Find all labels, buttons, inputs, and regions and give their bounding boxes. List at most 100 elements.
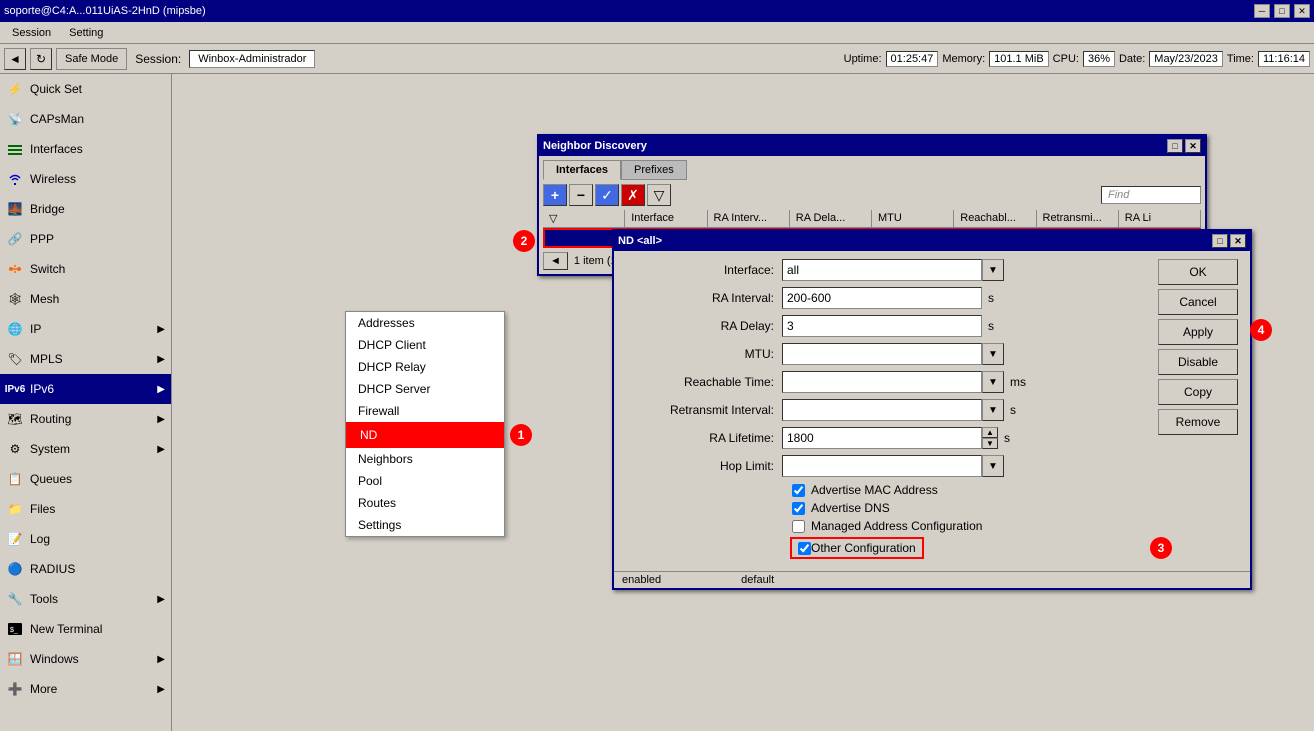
sidebar-item-mpls[interactable]: 🏷 MPLS ▶ xyxy=(0,344,171,374)
remove-btn[interactable]: Remove xyxy=(1158,409,1238,435)
ra-lifetime-down[interactable]: ▼ xyxy=(982,438,998,449)
nd-detail-close[interactable]: ✕ xyxy=(1230,234,1246,248)
ra-lifetime-input[interactable] xyxy=(782,427,982,449)
sidebar-item-capsman[interactable]: 📡 CAPsMan xyxy=(0,104,171,134)
find-field[interactable]: Find xyxy=(1101,186,1201,204)
menu-dhcp-server[interactable]: DHCP Server xyxy=(346,378,504,400)
sidebar-item-windows[interactable]: 🪟 Windows ▶ xyxy=(0,644,171,674)
mtu-dropdown-btn[interactable]: ▼ xyxy=(982,343,1004,365)
sidebar-item-ipv6[interactable]: IPv6 IPv6 ▶ xyxy=(0,374,171,404)
interface-row: Interface: ▼ xyxy=(622,259,1142,281)
sidebar-item-wireless[interactable]: Wireless xyxy=(0,164,171,194)
nd-minimize-btn[interactable]: □ xyxy=(1167,139,1183,153)
menu-neighbors[interactable]: Neighbors xyxy=(346,448,504,470)
scroll-left-btn[interactable]: ◄ xyxy=(543,252,568,270)
advertise-dns-checkbox[interactable] xyxy=(792,502,805,515)
ra-lifetime-label: RA Lifetime: xyxy=(622,431,782,445)
add-btn[interactable]: + xyxy=(543,184,567,206)
sidebar-item-mesh[interactable]: 🕸 Mesh xyxy=(0,284,171,314)
ra-lifetime-up[interactable]: ▲ xyxy=(982,427,998,438)
sidebar-item-routing[interactable]: 🗺 Routing ▶ xyxy=(0,404,171,434)
status-enabled: enabled xyxy=(622,574,661,586)
ra-interval-col-header: RA Interv... xyxy=(708,210,790,227)
nd-detail-controls[interactable]: □ ✕ xyxy=(1212,234,1246,248)
interface-label: Interface: xyxy=(622,263,782,277)
menu-addresses[interactable]: Addresses xyxy=(346,312,504,334)
session-label: Session: xyxy=(131,52,185,66)
cancel-icon-btn[interactable]: ✗ xyxy=(621,184,645,206)
hop-limit-input[interactable] xyxy=(782,455,982,477)
retransmit-col-header: Retransmi... xyxy=(1037,210,1119,227)
managed-addr-checkbox[interactable] xyxy=(792,520,805,533)
back-btn[interactable]: ◄ xyxy=(4,48,26,70)
retransmit-input[interactable] xyxy=(782,399,982,421)
sidebar-item-switch[interactable]: Switch xyxy=(0,254,171,284)
system-arrow: ▶ xyxy=(157,444,165,455)
sidebar-item-bridge[interactable]: 🌉 Bridge xyxy=(0,194,171,224)
maximize-btn[interactable]: □ xyxy=(1274,4,1290,18)
other-config-checkbox[interactable] xyxy=(798,542,811,555)
sidebar-item-more[interactable]: ➕ More ▶ xyxy=(0,674,171,704)
safe-mode-btn[interactable]: Safe Mode xyxy=(56,48,127,70)
mpls-arrow: ▶ xyxy=(157,354,165,365)
tab-interfaces[interactable]: Interfaces xyxy=(543,160,621,180)
ra-interval-input[interactable] xyxy=(782,287,982,309)
sidebar-item-tools[interactable]: 🔧 Tools ▶ xyxy=(0,584,171,614)
hop-limit-dropdown-btn[interactable]: ▼ xyxy=(982,455,1004,477)
menu-routes[interactable]: Routes xyxy=(346,492,504,514)
menu-settings[interactable]: Settings xyxy=(346,514,504,536)
reachable-input[interactable] xyxy=(782,371,982,393)
menu-pool[interactable]: Pool xyxy=(346,470,504,492)
interface-dropdown-btn[interactable]: ▼ xyxy=(982,259,1004,281)
check-btn[interactable]: ✓ xyxy=(595,184,619,206)
interface-dropdown[interactable]: ▼ xyxy=(782,259,1004,281)
sidebar-item-queues[interactable]: 📋 Queues xyxy=(0,464,171,494)
sidebar-item-interfaces[interactable]: Interfaces xyxy=(0,134,171,164)
sidebar-item-ip[interactable]: 🌐 IP ▶ xyxy=(0,314,171,344)
sidebar-item-files[interactable]: 📁 Files xyxy=(0,494,171,524)
menu-setting[interactable]: Setting xyxy=(61,25,111,41)
terminal-icon: $_ xyxy=(6,620,24,638)
interface-input[interactable] xyxy=(782,259,982,281)
menu-nd[interactable]: ND 1 xyxy=(346,422,504,448)
sidebar-item-ppp[interactable]: 🔗 PPP xyxy=(0,224,171,254)
reachable-dropdown-btn[interactable]: ▼ xyxy=(982,371,1004,393)
cancel-btn[interactable]: Cancel xyxy=(1158,289,1238,315)
disable-btn[interactable]: Disable xyxy=(1158,349,1238,375)
window-controls[interactable]: ─ □ ✕ xyxy=(1254,4,1310,18)
nd-window-controls[interactable]: □ ✕ xyxy=(1167,139,1201,153)
tab-prefixes[interactable]: Prefixes xyxy=(621,160,687,180)
remove-btn[interactable]: − xyxy=(569,184,593,206)
sidebar-label-radius: RADIUS xyxy=(30,562,165,576)
other-config-container: Other Configuration xyxy=(790,537,924,559)
sidebar-item-quick-set[interactable]: ⚡ Quick Set xyxy=(0,74,171,104)
menu-firewall[interactable]: Firewall xyxy=(346,400,504,422)
sidebar-item-log[interactable]: 📝 Log xyxy=(0,524,171,554)
menu-dhcp-relay[interactable]: DHCP Relay xyxy=(346,356,504,378)
advertise-mac-checkbox[interactable] xyxy=(792,484,805,497)
sidebar-item-radius[interactable]: 🔵 RADIUS xyxy=(0,554,171,584)
sidebar-item-system[interactable]: ⚙ System ▶ xyxy=(0,434,171,464)
sidebar-item-new-terminal[interactable]: $_ New Terminal xyxy=(0,614,171,644)
menu-dhcp-client[interactable]: DHCP Client xyxy=(346,334,504,356)
close-btn[interactable]: ✕ xyxy=(1294,4,1310,18)
ra-interval-label: RA Interval: xyxy=(622,291,782,305)
ra-delay-input[interactable] xyxy=(782,315,982,337)
time-value: 11:16:14 xyxy=(1258,51,1310,67)
session-value: Winbox-Administrador xyxy=(189,50,315,68)
apply-btn[interactable]: Apply xyxy=(1158,319,1238,345)
menu-session[interactable]: Session xyxy=(4,25,59,41)
sidebar-label-files: Files xyxy=(30,502,165,516)
hop-limit-label: Hop Limit: xyxy=(622,459,782,473)
refresh-btn[interactable]: ↻ xyxy=(30,48,52,70)
nd-close-btn[interactable]: ✕ xyxy=(1185,139,1201,153)
nd-window-titlebar[interactable]: Neighbor Discovery □ ✕ xyxy=(539,136,1205,156)
minimize-btn[interactable]: ─ xyxy=(1254,4,1270,18)
ok-btn[interactable]: OK xyxy=(1158,259,1238,285)
copy-btn[interactable]: Copy xyxy=(1158,379,1238,405)
mtu-input[interactable] xyxy=(782,343,982,365)
nd-detail-titlebar[interactable]: ND <all> □ ✕ xyxy=(614,231,1250,251)
filter-btn[interactable]: ▽ xyxy=(647,184,671,206)
retransmit-dropdown-btn[interactable]: ▼ xyxy=(982,399,1004,421)
nd-detail-minimize[interactable]: □ xyxy=(1212,234,1228,248)
